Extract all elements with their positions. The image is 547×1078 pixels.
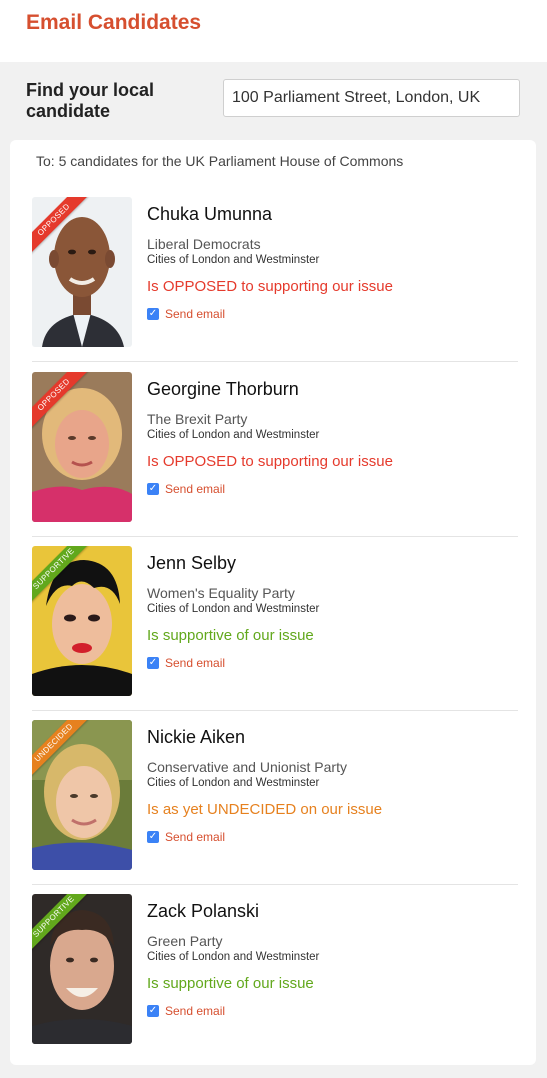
send-email-label: Send email [165,656,226,670]
search-section: Find your local candidate [0,62,547,138]
send-email-label: Send email [165,830,226,844]
candidate-stance: Is OPPOSED to supporting our issue [147,278,393,295]
candidate-stance: Is OPPOSED to supporting our issue [147,453,393,470]
candidate-row: UNDECIDED Nickie Aiken Conservative and … [32,720,518,885]
candidate-constituency: Cities of London and Westminster [147,429,320,441]
checkmark-icon: ✓ [147,308,159,320]
candidate-name: Jenn Selby [147,553,237,573]
send-email-checkbox[interactable]: ✓ Send email [147,482,225,496]
candidate-name: Chuka Umunna [147,204,273,224]
recipients-summary: To: 5 candidates for the UK Parliament H… [36,153,404,169]
candidate-party: Green Party [147,933,223,949]
candidate-photo: SUPPORTIVE [32,894,132,1044]
candidate-stance: Is as yet UNDECIDED on our issue [147,801,383,818]
candidate-row: SUPPORTIVE Zack Polanski Green Party Cit… [32,894,518,1059]
candidate-stance: Is supportive of our issue [147,627,314,644]
candidate-name: Zack Polanski [147,901,260,921]
candidate-party: Liberal Democrats [147,236,261,252]
send-email-checkbox[interactable]: ✓ Send email [147,1004,225,1018]
candidate-photo: OPPOSED [32,197,132,347]
header: Email Candidates [0,0,547,62]
candidate-row: OPPOSED Chuka Umunna Liberal Democrats C… [32,197,518,362]
candidates-card: To: 5 candidates for the UK Parliament H… [10,140,536,1065]
checkmark-icon: ✓ [147,831,159,843]
candidate-photo: UNDECIDED [32,720,132,870]
candidate-party: Women's Equality Party [147,585,295,601]
candidate-constituency: Cities of London and Westminster [147,777,320,789]
send-email-checkbox[interactable]: ✓ Send email [147,307,225,321]
candidate-constituency: Cities of London and Westminster [147,951,320,963]
candidate-photo: OPPOSED [32,372,132,522]
checkmark-icon: ✓ [147,1005,159,1017]
send-email-checkbox[interactable]: ✓ Send email [147,830,225,844]
send-email-label: Send email [165,307,226,321]
send-email-label: Send email [165,1004,226,1018]
address-input[interactable] [223,79,520,117]
checkmark-icon: ✓ [147,657,159,669]
candidate-party: Conservative and Unionist Party [147,759,347,775]
search-label: Find your local candidate [26,80,155,121]
candidate-row: OPPOSED Georgine Thorburn The Brexit Par… [32,372,518,537]
candidate-name: Georgine Thorburn [147,379,299,399]
candidate-party: The Brexit Party [147,411,248,427]
checkmark-icon: ✓ [147,483,159,495]
candidate-name: Nickie Aiken [147,727,246,747]
candidate-stance: Is supportive of our issue [147,975,314,992]
candidate-constituency: Cities of London and Westminster [147,603,320,615]
page-title: Email Candidates [26,11,202,34]
send-email-checkbox[interactable]: ✓ Send email [147,656,225,670]
candidate-photo: SUPPORTIVE [32,546,132,696]
candidate-constituency: Cities of London and Westminster [147,254,320,266]
send-email-label: Send email [165,482,226,496]
candidate-row: SUPPORTIVE Jenn Selby Women's Equality P… [32,546,518,711]
